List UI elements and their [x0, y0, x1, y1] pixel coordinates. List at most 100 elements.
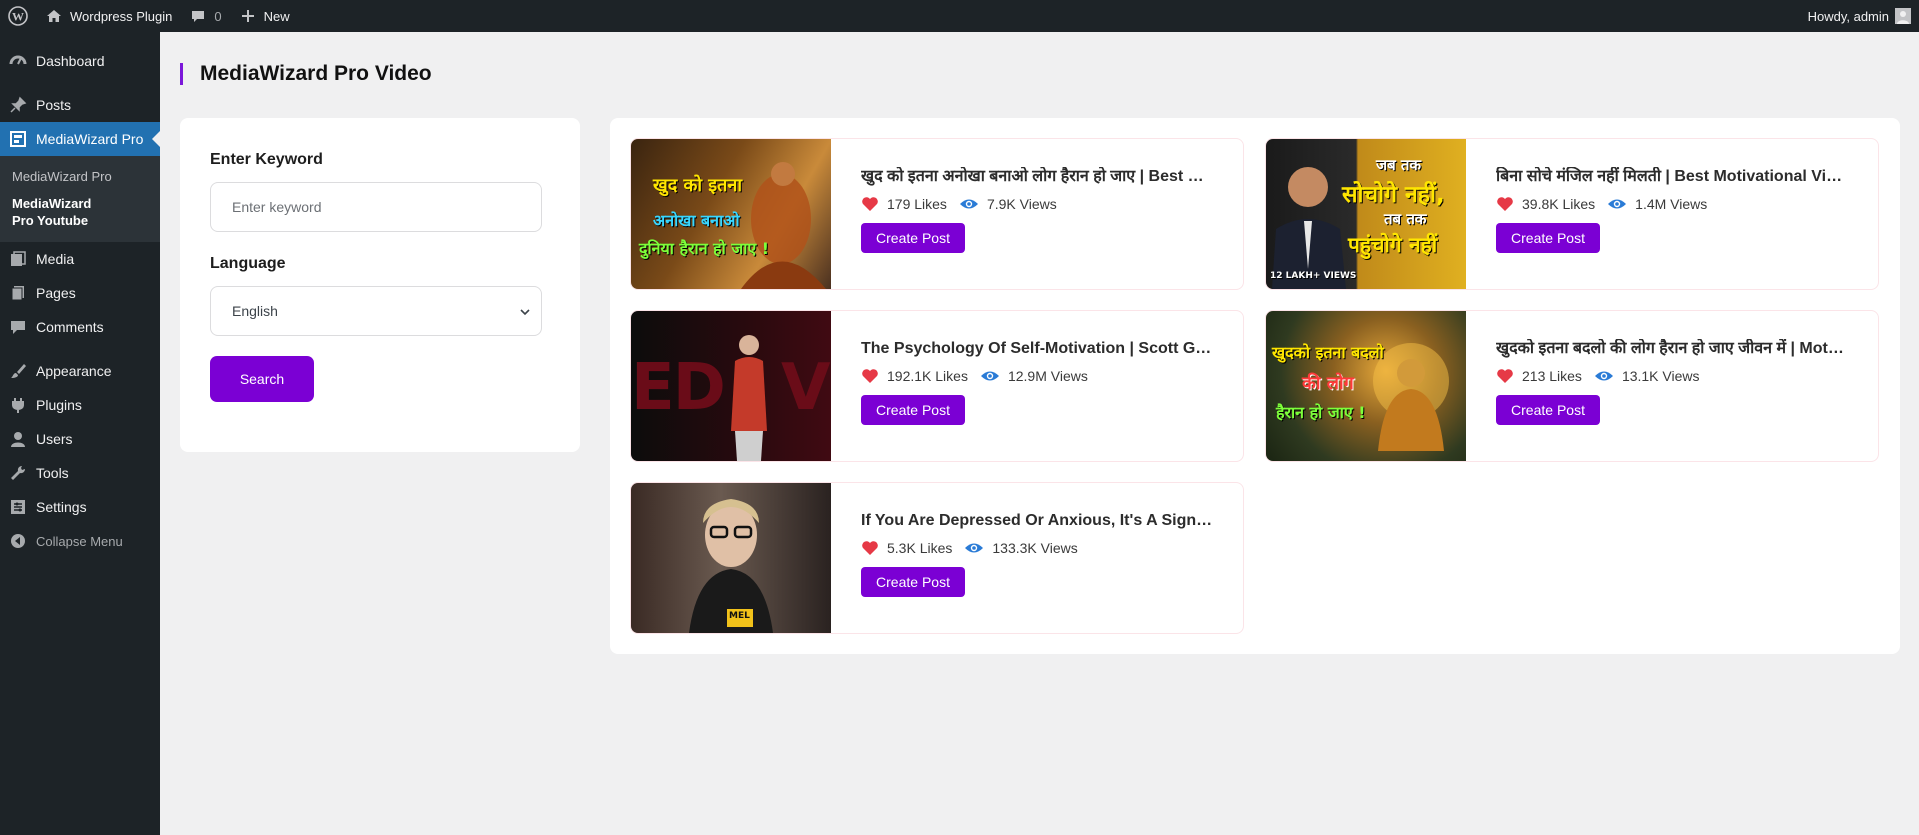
- submenu-item-mediawizard-pro-youtube[interactable]: MediaWizard Pro Youtube: [0, 190, 120, 234]
- likes-stat: 192.1K Likes: [861, 368, 968, 384]
- video-title[interactable]: बिना सोचे मंजिल नहीं मिलती | Best Motiva…: [1496, 167, 1848, 187]
- plugin-icon: [8, 395, 28, 415]
- eye-icon: [959, 199, 978, 209]
- sidebar-item-appearance[interactable]: Appearance: [0, 354, 160, 388]
- site-name-link[interactable]: Wordpress Plugin: [36, 0, 180, 32]
- thumbnail-text: खुद को इतना: [653, 175, 743, 196]
- collapse-menu-button[interactable]: Collapse Menu: [0, 524, 160, 558]
- heart-icon: [1497, 197, 1513, 211]
- sidebar-item-posts[interactable]: Posts: [0, 88, 160, 122]
- views-count: 133.3K Views: [992, 540, 1078, 556]
- brush-icon: [8, 361, 28, 381]
- create-post-button[interactable]: Create Post: [1496, 223, 1600, 253]
- create-post-button[interactable]: Create Post: [1496, 395, 1600, 425]
- sidebar-item-settings[interactable]: Settings: [0, 490, 160, 524]
- video-title[interactable]: If You Are Depressed Or Anxious, It's A …: [861, 511, 1213, 531]
- sidebar-item-tools[interactable]: Tools: [0, 456, 160, 490]
- user-icon: [8, 429, 28, 449]
- thumbnail-text: 12 LAKH+ VIEWS: [1270, 271, 1357, 281]
- video-thumbnail[interactable]: खुदको इतना बदलो की लोग हैरान हो जाए !: [1266, 311, 1466, 461]
- views-count: 7.9K Views: [986, 196, 1057, 212]
- pin-icon: [8, 95, 28, 115]
- new-content-link[interactable]: New: [230, 0, 298, 32]
- plus-icon: [238, 6, 258, 26]
- likes-stat: 213 Likes: [1496, 368, 1582, 384]
- video-title[interactable]: The Psychology Of Self-Motivation | Scot…: [861, 339, 1213, 359]
- create-post-button[interactable]: Create Post: [861, 567, 965, 597]
- sidebar-label: Plugins: [36, 397, 82, 413]
- thumbnail-text: दुनिया हैरान हो जाए !: [639, 239, 770, 258]
- likes-stat: 179 Likes: [861, 196, 947, 212]
- sidebar-label: Media: [36, 251, 75, 267]
- likes-stat: 5.3K Likes: [861, 540, 952, 556]
- likes-count: 179 Likes: [887, 196, 947, 212]
- results-panel: खुद को इतना अनोखा बनाओ दुनिया हैरान हो ज…: [610, 118, 1900, 654]
- eye-icon: [1594, 371, 1613, 381]
- comment-icon: [188, 6, 208, 26]
- likes-count: 5.3K Likes: [887, 540, 953, 556]
- video-thumbnail[interactable]: ED Vi: [631, 311, 831, 461]
- title-accent-bar: [180, 63, 183, 85]
- sidebar-item-dashboard[interactable]: Dashboard: [0, 44, 160, 78]
- account-menu[interactable]: Howdy, admin: [1800, 0, 1919, 32]
- create-post-button[interactable]: Create Post: [861, 223, 965, 253]
- sidebar-label: MediaWizard Pro: [36, 131, 144, 147]
- sidebar-label: Posts: [36, 97, 72, 113]
- views-stat: 133.3K Views: [964, 540, 1078, 556]
- svg-text:W: W: [12, 10, 24, 24]
- likes-count: 39.8K Likes: [1522, 196, 1596, 212]
- views-count: 1.4M Views: [1635, 196, 1708, 212]
- video-thumbnail[interactable]: खुद को इतना अनोखा बनाओ दुनिया हैरान हो ज…: [631, 139, 831, 289]
- thumbnail-art: [731, 335, 767, 461]
- admin-sidebar: Dashboard Posts MediaWizard Pro MediaWiz…: [0, 32, 160, 835]
- thumbnail-text: तब तक: [1384, 210, 1427, 228]
- thumbnail-text: जब तक: [1376, 156, 1421, 174]
- sidebar-item-plugins[interactable]: Plugins: [0, 388, 160, 422]
- page-heading: MediaWizard Pro Video: [200, 62, 432, 85]
- thumbnail-text: MEL: [729, 611, 750, 621]
- media-icon: [8, 249, 28, 269]
- views-count: 12.9M Views: [1007, 368, 1088, 384]
- video-thumbnail[interactable]: MEL: [631, 483, 831, 633]
- sidebar-label: Pages: [36, 285, 76, 301]
- video-card: जब तक सोचोगे नहीं, तब तक पहुंचोगे नहीं 1…: [1265, 138, 1879, 290]
- new-label: New: [263, 8, 290, 24]
- keyword-input[interactable]: [210, 182, 542, 232]
- views-stat: 1.4M Views: [1607, 196, 1707, 212]
- submenu-item-mediawizard-pro[interactable]: MediaWizard Pro: [0, 163, 160, 190]
- comment-icon: [8, 317, 28, 337]
- sidebar-label: Users: [36, 431, 73, 447]
- create-post-button[interactable]: Create Post: [861, 395, 965, 425]
- eye-icon: [1608, 199, 1627, 209]
- wordpress-logo-icon[interactable]: W: [0, 0, 36, 32]
- settings-icon: [8, 497, 28, 517]
- video-title[interactable]: खुदको इतना बदलो की लोग हैरान हो जाए जीवन…: [1496, 339, 1848, 359]
- sidebar-item-media[interactable]: Media: [0, 242, 160, 276]
- comments-link[interactable]: 0: [180, 0, 229, 32]
- video-thumbnail[interactable]: जब तक सोचोगे नहीं, तब तक पहुंचोगे नहीं 1…: [1266, 139, 1466, 289]
- language-select[interactable]: English: [210, 286, 542, 336]
- language-selected-value: English: [232, 303, 278, 319]
- heart-icon: [1497, 369, 1513, 383]
- sidebar-item-mediawizard-pro[interactable]: MediaWizard Pro: [0, 122, 160, 156]
- avatar: [1895, 8, 1911, 24]
- comments-count: 0: [214, 8, 222, 24]
- video-card: खुदको इतना बदलो की लोग हैरान हो जाए ! खु…: [1265, 310, 1879, 462]
- page-title: MediaWizard Pro Video: [180, 62, 432, 86]
- chevron-down-icon: [519, 305, 531, 321]
- howdy-text: Howdy, admin: [1807, 8, 1889, 24]
- likes-count: 192.1K Likes: [887, 368, 968, 384]
- video-title[interactable]: खुद को इतना अनोखा बनाओ लोग हैरान हो जाए …: [861, 167, 1213, 187]
- video-card: MEL If You Are Depressed Or Anxious, It'…: [630, 482, 1244, 634]
- thumbnail-text: सोचोगे नहीं,: [1342, 182, 1445, 208]
- views-count: 13.1K Views: [1621, 368, 1700, 384]
- language-label: Language: [210, 255, 286, 272]
- eye-icon: [965, 543, 984, 553]
- views-stat: 12.9M Views: [980, 368, 1088, 384]
- sidebar-item-pages[interactable]: Pages: [0, 276, 160, 310]
- sidebar-item-users[interactable]: Users: [0, 422, 160, 456]
- heart-icon: [862, 541, 878, 555]
- search-button[interactable]: Search: [210, 356, 314, 402]
- thumbnail-art: [1272, 167, 1346, 289]
- sidebar-item-comments[interactable]: Comments: [0, 310, 160, 344]
